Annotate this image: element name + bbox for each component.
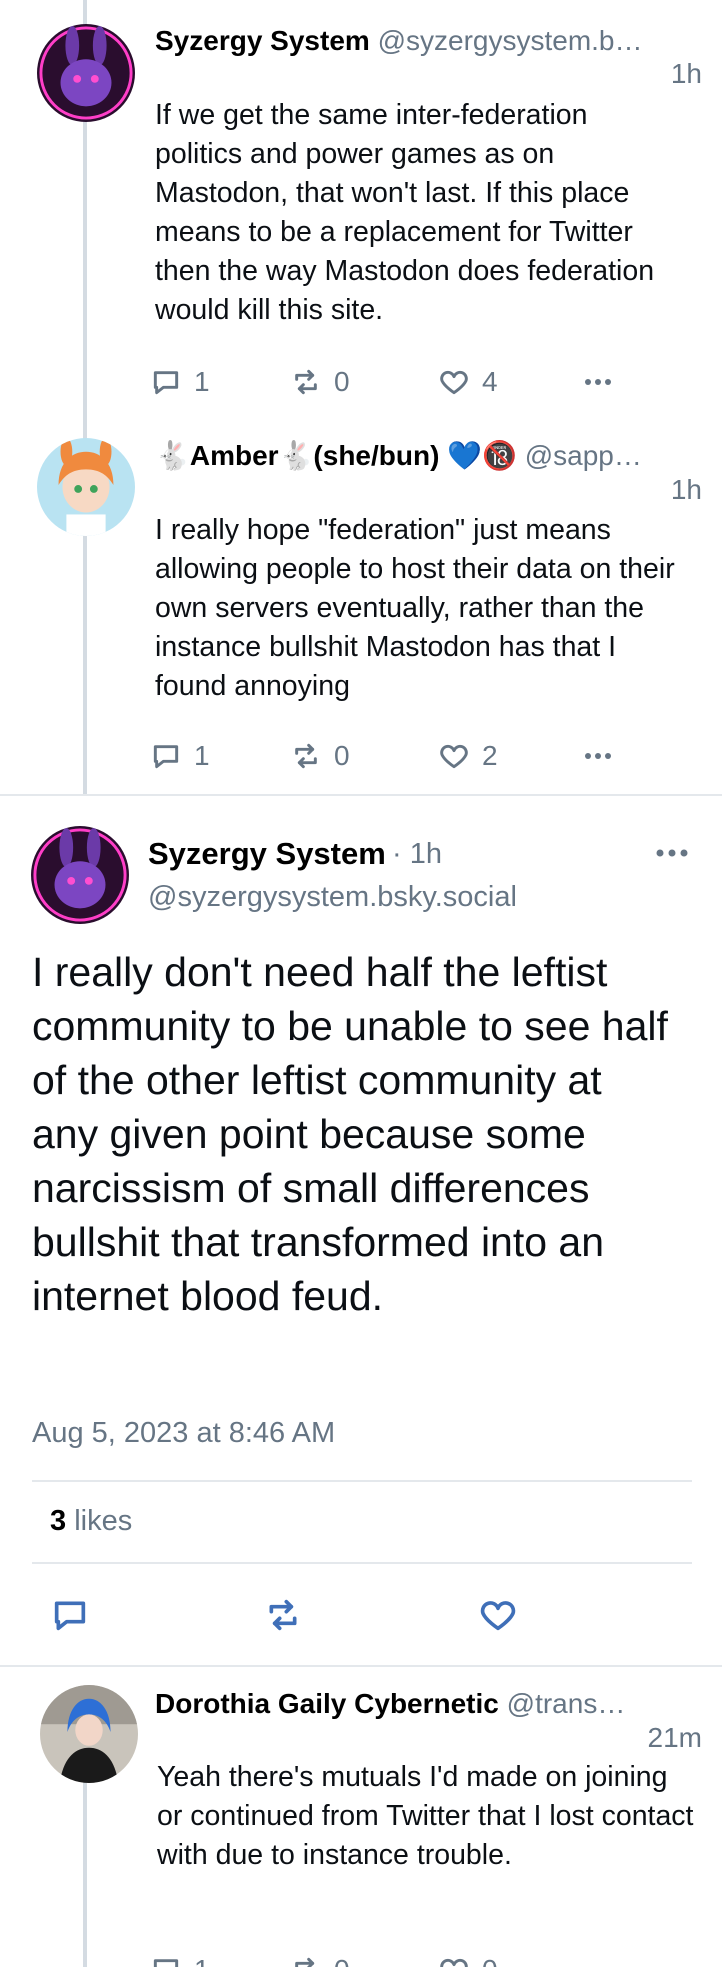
thread-line-bottom — [83, 1780, 87, 1967]
repost-count: 0 — [334, 366, 350, 397]
reply-header: Syzergy System @syzergysystem.b… — [155, 23, 696, 59]
post-time: · 1h — [392, 838, 442, 870]
ellipsis-icon — [585, 753, 611, 759]
comment-icon — [153, 1959, 179, 1967]
repost-icon — [295, 369, 317, 395]
more-options-button[interactable] — [582, 736, 614, 776]
post-text: Yeah there's mutuals I'd made on joining… — [157, 1761, 694, 1871]
avatar[interactable] — [31, 826, 129, 924]
post-actions — [50, 1595, 550, 1635]
more-options-button[interactable] — [582, 1950, 614, 1967]
post-time[interactable]: 1h — [671, 58, 702, 90]
avatar[interactable] — [40, 1685, 138, 1783]
ellipsis-icon — [585, 379, 611, 385]
repost-icon — [295, 1957, 315, 1967]
repost-icon — [295, 743, 317, 769]
like-button[interactable]: 0 — [438, 1950, 498, 1967]
heart-icon — [440, 744, 468, 769]
like-button[interactable]: 2 — [438, 736, 498, 776]
comment-icon — [153, 745, 179, 769]
repost-count: 0 — [334, 740, 350, 771]
post-text: I really hope "federation" just means al… — [155, 514, 675, 702]
reply-count: 1 — [194, 1954, 210, 1967]
author-handle[interactable]: @syzergysystem.bsky.social — [148, 881, 517, 914]
reply-count: 1 — [194, 740, 210, 771]
repost-button[interactable]: 0 — [290, 362, 350, 402]
post-text: I really don't need half the leftist com… — [32, 949, 668, 1319]
post-actions: 1 0 2 — [150, 736, 630, 776]
post-time[interactable]: 1h — [671, 474, 702, 506]
repost-button[interactable]: 0 — [290, 736, 350, 776]
reply-header: 🐇Amber🐇(she/bun) 💙🔞 @sapp… — [155, 438, 696, 474]
post-time[interactable]: 21m — [648, 1722, 702, 1754]
divider — [32, 1480, 692, 1482]
divider — [0, 1665, 722, 1667]
author-name[interactable]: 🐇Amber🐇(she/bun) 💙🔞 — [155, 440, 517, 471]
like-button[interactable] — [478, 1595, 518, 1635]
like-count: 2 — [482, 740, 498, 771]
heart-icon — [440, 370, 468, 395]
more-options-button[interactable] — [582, 362, 614, 402]
avatar[interactable] — [37, 438, 135, 536]
reply-count: 1 — [194, 366, 210, 397]
repost-button[interactable] — [263, 1595, 303, 1635]
repost-button[interactable]: 0 — [290, 1950, 350, 1967]
author-handle[interactable]: @syzergysystem.b… — [378, 25, 643, 56]
heart-icon — [440, 1958, 468, 1967]
likes-count: 3 — [50, 1505, 67, 1537]
author-handle[interactable]: @trans… — [507, 1688, 626, 1719]
author-handle[interactable]: @sapp… — [525, 440, 642, 471]
repost-icon — [269, 1599, 297, 1631]
comment-icon — [54, 1601, 86, 1631]
post-actions: 1 0 0 — [150, 1950, 630, 1967]
avatar[interactable] — [37, 24, 135, 122]
post-date: Aug 5, 2023 at 8:46 AM — [32, 1417, 336, 1449]
like-count: 4 — [482, 366, 498, 397]
like-button[interactable]: 4 — [438, 362, 498, 402]
like-count: 0 — [482, 1954, 498, 1967]
likes-summary[interactable]: 3 likes — [50, 1505, 132, 1538]
reply-button[interactable]: 1 — [150, 1950, 210, 1967]
ellipsis-icon — [656, 849, 688, 857]
comment-icon — [153, 371, 179, 395]
more-options-button[interactable] — [652, 838, 692, 868]
author-name[interactable]: Dorothia Gaily Cybernetic — [155, 1688, 499, 1719]
author-name[interactable]: Syzergy System — [148, 836, 386, 872]
author-name[interactable]: Syzergy System — [155, 25, 370, 56]
heart-icon — [480, 1601, 516, 1631]
likes-label: likes — [74, 1505, 133, 1537]
post-text: If we get the same inter-federation poli… — [155, 99, 655, 326]
reply-button[interactable]: 1 — [150, 362, 210, 402]
reply-button[interactable] — [50, 1595, 90, 1635]
reply-post[interactable]: Syzergy System @syzergysystem.b… 1h If w… — [0, 0, 722, 415]
post-actions: 1 0 4 — [150, 362, 630, 402]
repost-count: 0 — [334, 1954, 350, 1967]
ellipsis-icon — [582, 1954, 614, 1967]
divider — [32, 1562, 692, 1564]
reply-button[interactable]: 1 — [150, 736, 210, 776]
divider — [0, 794, 722, 796]
reply-header: Dorothia Gaily Cybernetic @trans… — [155, 1686, 696, 1722]
